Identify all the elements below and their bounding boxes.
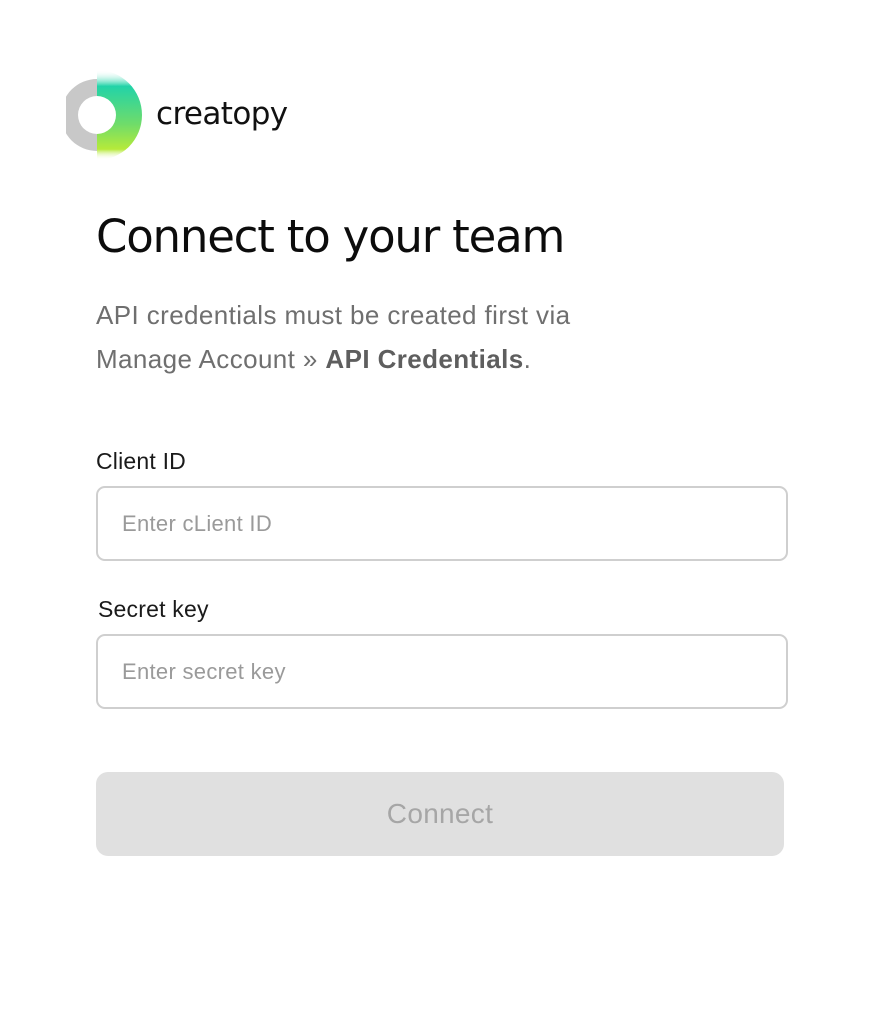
- brand-logo: creatopy: [66, 66, 288, 164]
- secret-key-label: Secret key: [98, 596, 209, 622]
- client-id-input[interactable]: [96, 486, 788, 561]
- api-credentials-link: API Credentials: [325, 344, 524, 374]
- page-title: Connect to your team: [96, 210, 565, 263]
- intro-line-1: API credentials must be created first vi…: [96, 300, 571, 330]
- brand-name: creatopy: [156, 96, 288, 132]
- client-id-label: Client ID: [96, 448, 186, 474]
- creatopy-logo-icon: [66, 70, 142, 160]
- connect-button[interactable]: Connect: [96, 772, 784, 856]
- intro-line-2-suffix: .: [523, 344, 532, 374]
- intro-text: API credentials must be created first vi…: [96, 293, 776, 381]
- secret-key-input[interactable]: [96, 634, 788, 709]
- intro-line-2-prefix: Manage Account »: [96, 344, 326, 374]
